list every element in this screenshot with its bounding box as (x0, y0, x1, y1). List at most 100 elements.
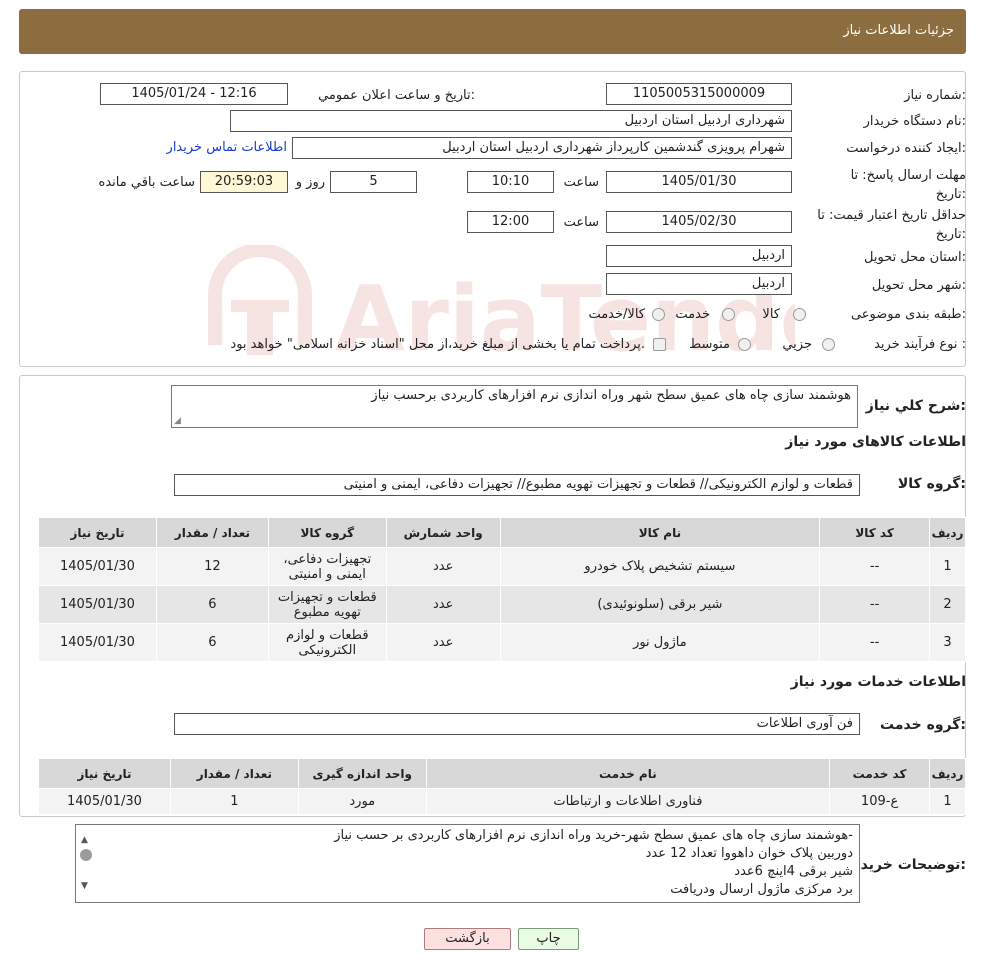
goods-table-header: رديف کد کالا نام کالا واحد شمارش گروه کا… (38, 517, 966, 548)
cell-row: 1 (929, 547, 966, 586)
cell-code: -- (819, 547, 931, 586)
buyer-notes-field[interactable]: هوشمند سازی چاه های عمیق سطح شهر-خرید ور… (75, 824, 860, 903)
validity-time-label: ساعت (563, 215, 599, 230)
goods-section-title: اطلاعات کالاهای مورد نياز (785, 434, 966, 450)
page-title: جزئیات اطلاعات نیاز (843, 23, 954, 38)
cell-date: 1405/01/30 (38, 623, 157, 662)
category-goods-service-radio[interactable] (652, 308, 665, 321)
col-quantity: تعداد / مقدار (169, 758, 299, 789)
table-row: 1 ع-109 فناوری اطلاعات و ارتباطات مورد 1… (38, 788, 966, 815)
deadline-label-line2: تاريخ: (935, 187, 966, 202)
buyer-label: نام دستگاه خريدار: (863, 114, 966, 129)
deadline-time-label: ساعت (563, 175, 599, 190)
col-unit: واحد شمارش (385, 517, 501, 548)
description-field: هوشمند سازی چاه های عمیق سطح شهر وراه ان… (171, 385, 858, 428)
services-group-label: گروه خدمت: (880, 717, 966, 733)
col-need-date: تاريخ نياز (38, 758, 171, 789)
table-row: 2 -- شیر برقی (سلونوئیدی) عدد قطعات و تج… (38, 585, 966, 624)
cell-quantity: 12 (155, 547, 269, 586)
cell-unit: عدد (385, 623, 501, 662)
col-goods-name: نام کالا (499, 517, 821, 548)
description-text: هوشمند سازی چاه های عمیق سطح شهر وراه ان… (371, 388, 851, 403)
process-note: پرداخت تمام يا بخشی از مبلغ خريد،از محل … (230, 337, 645, 352)
cell-name: شیر برقی (سلونوئیدی) (499, 585, 821, 624)
process-minor-radio[interactable] (822, 338, 835, 351)
buyer-notes-line: دوربین پلاک خوان داهووا تعداد 12 عدد (645, 846, 853, 861)
goods-group-label: گروه کالا: (897, 476, 966, 492)
cell-date: 1405/01/30 (38, 547, 157, 586)
buyer-notes-line: هوشمند سازی چاه های عمیق سطح شهر-خرید ور… (334, 828, 853, 843)
col-row: رديف (929, 758, 966, 789)
creator-label: ايجاد کننده درخواست: (846, 141, 966, 156)
remaining-label: ساعت باقي مانده (98, 175, 195, 190)
deadline-label-line1: مهلت ارسال پاسخ: تا (850, 168, 966, 183)
cell-unit: مورد (297, 788, 427, 815)
cell-quantity: 6 (155, 623, 269, 662)
city-label: شهر محل تحويل: (871, 278, 966, 293)
services-table: رديف کد خدمت نام خدمت واحد اندازه گيری ت… (38, 758, 966, 815)
services-table-header: رديف کد خدمت نام خدمت واحد اندازه گيری ت… (38, 758, 966, 789)
announce-field: 1405/01/24 - 12:16 (100, 83, 288, 105)
cell-unit: عدد (385, 547, 501, 586)
col-row: رديف (929, 517, 966, 548)
cell-name: فناوری اطلاعات و ارتباطات (425, 788, 831, 815)
buyer-notes-line: شیر برقی 4اینچ 6عدد (734, 864, 853, 879)
days-label: روز و (295, 175, 325, 190)
process-label: نوع فرآيند خريد : (874, 337, 966, 352)
cell-quantity: 6 (155, 585, 269, 624)
cell-name: سیستم تشخیص پلاک خودرو (499, 547, 821, 586)
col-need-date: تاريخ نياز (38, 517, 157, 548)
category-goods-label: کالا (762, 307, 780, 322)
buyer-notes-line: برد مرکزی ماژول ارسال ودریافت (670, 882, 853, 897)
province-label: استان محل تحويل: (864, 250, 966, 265)
need-number-label: شماره نیاز: (904, 88, 966, 103)
services-group-field: فن آوری اطلاعات (174, 713, 860, 735)
cell-group: تجهیزات دفاعی، ایمنی و امنیتی (267, 547, 387, 586)
col-service-code: کد خدمت (829, 758, 931, 789)
scroll-down-icon[interactable]: ▼ (81, 877, 88, 895)
cell-code: -- (819, 585, 931, 624)
remaining-time-field: 20:59:03 (200, 171, 288, 193)
cell-date: 1405/01/30 (38, 585, 157, 624)
city-field: اردبیل (606, 273, 792, 295)
deadline-time-field: 10:10 (467, 171, 554, 193)
col-goods-group: گروه کالا (267, 517, 387, 548)
scroll-thumb[interactable] (80, 849, 92, 861)
col-measure-unit: واحد اندازه گيری (297, 758, 427, 789)
province-field: اردبیل (606, 245, 792, 267)
notes-scrollbar[interactable]: ▲ ▼ (78, 827, 94, 900)
cell-unit: عدد (385, 585, 501, 624)
buyer-notes-label: توضيحات خريدار: (847, 857, 966, 873)
validity-date-field: 1405/02/30 (606, 211, 792, 233)
process-minor-label: جزيي (782, 337, 812, 352)
days-field: 5 (330, 171, 417, 193)
category-label: طبقه بندی موضوعی: (850, 307, 966, 322)
validity-label: حداقل تاريخ اعتبار قيمت: تا تاريخ: (817, 206, 966, 244)
cell-name: ماژول نور (499, 623, 821, 662)
col-quantity: تعداد / مقدار (155, 517, 269, 548)
cell-row: 3 (929, 623, 966, 662)
category-service-label: خدمت (675, 307, 710, 322)
back-button[interactable]: بازگشت (424, 928, 511, 950)
goods-table: رديف کد کالا نام کالا واحد شمارش گروه کا… (38, 517, 966, 662)
print-button[interactable]: چاپ (518, 928, 579, 950)
deadline-date-field: 1405/01/30 (606, 171, 792, 193)
process-medium-radio[interactable] (738, 338, 751, 351)
col-goods-code: کد کالا (819, 517, 931, 548)
cell-group: قطعات و لوازم الکترونیکی (267, 623, 387, 662)
buyer-field: شهرداری اردبیل استان اردبیل (230, 110, 792, 132)
table-row: 1 -- سیستم تشخیص پلاک خودرو عدد تجهیزات … (38, 547, 966, 586)
contact-buyer-link[interactable]: اطلاعات تماس خريدار (167, 140, 287, 155)
scroll-up-icon[interactable]: ▲ (81, 831, 88, 849)
category-goods-radio[interactable] (793, 308, 806, 321)
category-service-radio[interactable] (722, 308, 735, 321)
process-medium-label: متوسط (689, 337, 730, 352)
cell-code: -- (819, 623, 931, 662)
services-section-title: اطلاعات خدمات مورد نياز (790, 674, 966, 690)
creator-field: شهرام پرویزی گندشمین کارپرداز شهرداری ار… (292, 137, 792, 159)
deadline-label: مهلت ارسال پاسخ: تا تاريخ: (851, 166, 966, 204)
announce-label: تاریخ و ساعت اعلان عمومي: (318, 88, 475, 103)
process-treasury-checkbox[interactable] (653, 338, 666, 351)
cell-date: 1405/01/30 (38, 788, 171, 815)
category-goods-service-label: کالا/خدمت (588, 307, 645, 322)
